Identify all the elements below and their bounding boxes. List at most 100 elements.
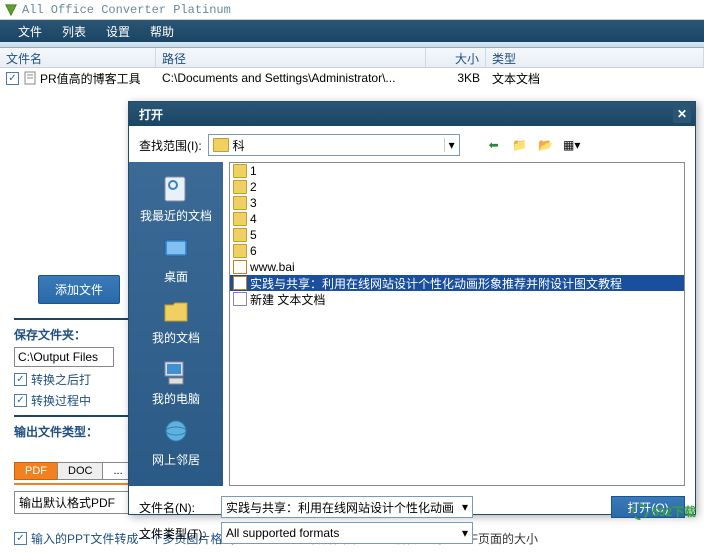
html-file-icon xyxy=(233,260,247,274)
check-icon: ✓ xyxy=(14,394,27,407)
sidebar-recent[interactable]: 我最近的文档 xyxy=(129,170,223,227)
left-panel: 添加文件 保存文件夹： ✓ 转换之后打 ✓ 转换过程中 输出文件类型： xyxy=(14,275,144,444)
sidebar-mydocs[interactable]: 我的文档 xyxy=(129,292,223,349)
chevron-down-icon: ▾ xyxy=(462,526,468,540)
app-logo-icon xyxy=(4,3,18,17)
sidebar-network[interactable]: 网上邻居 xyxy=(129,414,223,471)
filetype-combo[interactable]: All supported formats ▾ xyxy=(221,522,473,544)
file-item[interactable]: www.bai xyxy=(230,259,684,275)
desktop-icon xyxy=(159,234,193,266)
mydocs-icon xyxy=(159,295,193,327)
output-tabs: PDF DOC ... xyxy=(14,462,133,480)
file-item[interactable]: 3 xyxy=(230,195,684,211)
view-icon[interactable]: ▦▾ xyxy=(562,136,582,154)
check-icon: ✓ xyxy=(14,373,27,386)
table-row[interactable]: ✓ PR值高的博客工具 C:\Documents and Settings\Ad… xyxy=(0,68,704,88)
watermark: 592下载 xyxy=(632,503,696,520)
folder-icon xyxy=(213,138,229,152)
watermark-icon xyxy=(632,504,648,520)
filetype-value: All supported formats xyxy=(226,526,339,540)
dialog-title: 打开 xyxy=(139,106,163,123)
filename-combo[interactable]: 实践与共享：利用在线网站设计个性化动画 ▾ xyxy=(221,496,473,518)
file-item[interactable]: 2 xyxy=(230,179,684,195)
chevron-down-icon: ▾ xyxy=(444,138,455,152)
save-folder-input[interactable] xyxy=(14,347,114,367)
row-path: C:\Documents and Settings\Administrator\… xyxy=(156,71,426,85)
dropdown-value: 输出默认格式PDF xyxy=(19,494,115,511)
menu-help[interactable]: 帮助 xyxy=(140,21,184,42)
folder-icon xyxy=(233,212,247,226)
row-name: PR值高的博客工具 xyxy=(40,70,141,87)
file-item[interactable]: 4 xyxy=(230,211,684,227)
close-icon[interactable]: ✕ xyxy=(673,105,691,123)
lookin-row: 查找范围(I): 科 ▾ ⬅ 📁 📂 ▦▾ xyxy=(129,126,695,162)
filename-value: 实践与共享：利用在线网站设计个性化动画 xyxy=(226,499,454,516)
sidebar-label: 我的电脑 xyxy=(152,390,200,407)
network-icon xyxy=(159,417,193,449)
new-folder-icon[interactable]: 📂 xyxy=(536,136,556,154)
file-table: 文件名 路径 大小 类型 ✓ PR值高的博客工具 C:\Documents an… xyxy=(0,48,704,88)
divider xyxy=(14,318,144,320)
dialog-file-list[interactable]: 1 2 3 4 5 6 www.bai 实践与共享：利用在线网站设计个性化动画形… xyxy=(229,162,685,486)
menu-list[interactable]: 列表 xyxy=(52,21,96,42)
check-icon: ✓ xyxy=(14,532,27,545)
col-header-type[interactable]: 类型 xyxy=(486,48,704,67)
save-folder-label: 保存文件夹： xyxy=(14,326,144,343)
folder-icon xyxy=(233,180,247,194)
output-default-dropdown[interactable]: 输出默认格式PDF ▾ xyxy=(14,491,144,514)
checkbox-label: 转换过程中 xyxy=(31,392,91,409)
file-item[interactable]: 1 xyxy=(230,163,684,179)
checkbox-process[interactable]: ✓ 转换过程中 xyxy=(14,392,144,409)
row-size: 3KB xyxy=(426,71,486,85)
col-header-size[interactable]: 大小 xyxy=(426,48,486,67)
file-item[interactable]: 5 xyxy=(230,227,684,243)
up-folder-icon[interactable]: 📁 xyxy=(510,136,530,154)
lookin-combo[interactable]: 科 ▾ xyxy=(208,134,460,156)
dialog-titlebar: 打开 ✕ xyxy=(129,102,695,126)
sidebar-desktop[interactable]: 桌面 xyxy=(129,231,223,288)
menu-settings[interactable]: 设置 xyxy=(96,21,140,42)
sidebar-label: 我的文档 xyxy=(152,329,200,346)
checkbox-label: 转换之后打 xyxy=(31,371,91,388)
checkbox-open-after[interactable]: ✓ 转换之后打 xyxy=(14,371,144,388)
table-header: 文件名 路径 大小 类型 xyxy=(0,48,704,68)
col-header-path[interactable]: 路径 xyxy=(156,48,426,67)
filetype-label: 文件类型(T): xyxy=(139,525,207,542)
recent-docs-icon xyxy=(159,173,193,205)
filename-label: 文件名(N): xyxy=(139,499,207,516)
tab-doc[interactable]: DOC xyxy=(57,462,103,480)
dialog-sidebar: 我最近的文档 桌面 我的文档 我的电脑 网上邻居 xyxy=(129,162,223,486)
text-file-icon xyxy=(23,71,37,85)
folder-icon xyxy=(233,164,247,178)
html-file-icon xyxy=(233,276,247,290)
open-dialog: 打开 ✕ 查找范围(I): 科 ▾ ⬅ 📁 📂 ▦▾ 我最近的文档 桌面 xyxy=(128,101,696,515)
sidebar-label: 我最近的文档 xyxy=(140,207,212,224)
back-icon[interactable]: ⬅ xyxy=(484,136,504,154)
lookin-label: 查找范围(I): xyxy=(139,137,202,154)
app-title: All Office Converter Platinum xyxy=(22,3,231,17)
add-file-button[interactable]: 添加文件 xyxy=(38,275,120,304)
file-item[interactable]: 6 xyxy=(230,243,684,259)
menubar: 文件 列表 设置 帮助 xyxy=(0,20,704,42)
sidebar-label: 桌面 xyxy=(164,268,188,285)
menu-file[interactable]: 文件 xyxy=(8,21,52,42)
folder-icon xyxy=(233,228,247,242)
sidebar-label: 网上邻居 xyxy=(152,451,200,468)
row-checkbox[interactable]: ✓ xyxy=(6,72,19,85)
divider xyxy=(14,415,144,417)
titlebar: All Office Converter Platinum xyxy=(0,0,704,20)
col-header-name[interactable]: 文件名 xyxy=(0,48,156,67)
watermark-text: 592下载 xyxy=(652,503,696,520)
folder-icon xyxy=(233,196,247,210)
chevron-down-icon: ▾ xyxy=(462,500,468,514)
tab-pdf[interactable]: PDF xyxy=(14,462,58,480)
file-item-selected[interactable]: 实践与共享：利用在线网站设计个性化动画形象推荐并附设计图文教程 xyxy=(230,275,684,291)
row-type: 文本文档 xyxy=(486,70,704,87)
dialog-bottom: 文件名(N): 实践与共享：利用在线网站设计个性化动画 ▾ 打开(O) 文件类型… xyxy=(129,486,695,554)
folder-icon xyxy=(233,244,247,258)
file-item[interactable]: 新建 文本文档 xyxy=(230,291,684,307)
lookin-value: 科 xyxy=(233,137,245,154)
computer-icon xyxy=(159,356,193,388)
output-type-label: 输出文件类型： xyxy=(14,423,144,440)
sidebar-mycomputer[interactable]: 我的电脑 xyxy=(129,353,223,410)
